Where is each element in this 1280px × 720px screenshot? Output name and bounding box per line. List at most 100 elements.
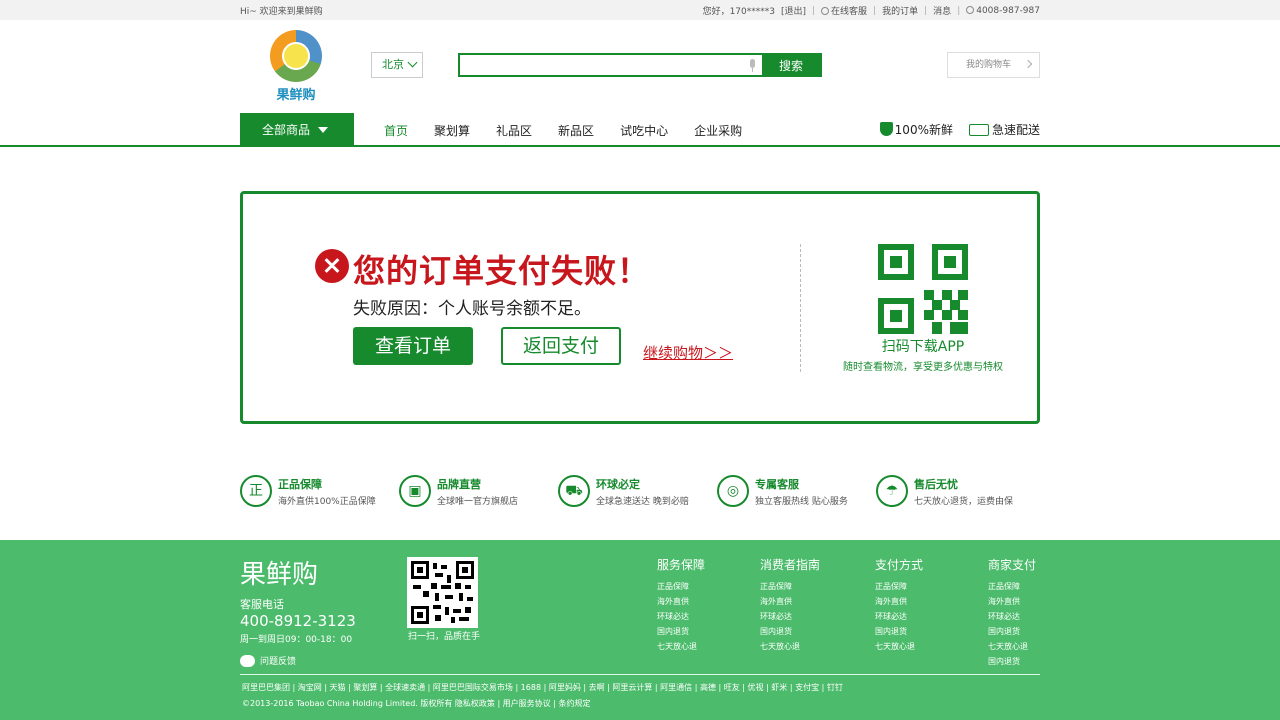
footer-link[interactable]: 海外直供 — [657, 594, 705, 609]
my-orders-link[interactable]: 我的订单 — [882, 4, 918, 17]
delivery-badge: 急速配送 — [968, 121, 1040, 138]
nav-link-2[interactable]: 礼品区 — [496, 122, 532, 139]
footer-link[interactable]: 海外直供 — [988, 594, 1036, 609]
service-features: 正正品保障 海外直供100%正品保障 ▣ 品牌直营 全球唯一官方旗舰店 ⛟ 环球必定 全球急速… — [240, 475, 1040, 507]
all-categories-button[interactable]: 全部商品 — [240, 113, 354, 147]
nav-link-5[interactable]: 企业采购 — [694, 122, 742, 139]
footer-link[interactable]: 国内退货 — [875, 624, 923, 639]
all-categories-label: 全部商品 — [262, 123, 311, 137]
umbrella-icon: ☂ — [876, 475, 908, 507]
footer-link[interactable]: 国内退货 — [657, 624, 705, 639]
footer-link[interactable]: 七天放心退 — [875, 639, 923, 654]
genuine-icon: 正 — [240, 475, 272, 507]
copyright: ©2013-2016 Taobao China Holding Limited.… — [242, 699, 591, 708]
logout-link[interactable]: [退出] — [781, 4, 806, 17]
nav-link-1[interactable]: 聚划算 — [434, 122, 470, 139]
online-service-link[interactable]: 在线客服 — [821, 4, 867, 17]
service-hours: 周一到周日09：00-18：00 — [240, 635, 353, 645]
header: 果鲜购 北京 搜索 我的购物车 — [0, 20, 1280, 112]
failure-reason: 失败原因：个人账号余额不足。 — [353, 299, 591, 319]
footer-brand: 果鲜购 — [240, 560, 319, 590]
nav-links: 首页 聚划算 礼品区 新品区 试吃中心 企业采购 — [384, 122, 768, 139]
footer-link[interactable]: 国内退货 — [988, 624, 1036, 639]
footer-column-title: 服务保障 — [657, 558, 706, 572]
footer-link[interactable]: 环球必达 — [760, 609, 820, 624]
footer-column-title: 消费者指南 — [760, 558, 821, 572]
fresh-badge: 100%新鲜 — [879, 121, 953, 138]
error-icon — [315, 249, 349, 283]
continue-shopping-link[interactable]: 继续购物＞＞ — [643, 342, 733, 363]
feature-item: ◎ 专属客服 独立客服热线 贴心服务 — [717, 475, 876, 507]
failure-title: 您的订单支付失败！ — [353, 252, 651, 290]
qr-caption: 扫码下载APP — [881, 339, 965, 355]
divider — [800, 244, 801, 372]
search-button[interactable]: 搜索 — [762, 55, 820, 75]
footer-link[interactable]: 国内退货 — [988, 654, 1036, 669]
view-order-button[interactable]: 查看订单 — [353, 327, 473, 365]
payment-result-panel: 您的订单支付失败！ 失败原因：个人账号余额不足。 查看订单 返回支付 继续购物＞… — [240, 191, 1040, 424]
feature-text: 环球必定 全球急速送达 晚到必赔 — [596, 476, 689, 507]
footer-link[interactable]: 七天放心退 — [657, 639, 705, 654]
messages-link[interactable]: 消息 — [933, 4, 951, 17]
feature-title: 品牌直营 — [437, 477, 481, 491]
city-label: 北京 — [382, 58, 404, 71]
truck-icon: ⛟ — [558, 475, 590, 507]
feedback-label: 问题反馈 — [260, 657, 297, 667]
cart-label: 我的购物车 — [966, 60, 1012, 70]
feature-item: ▣ 品牌直营 全球唯一官方旗舰店 — [399, 475, 558, 507]
feature-subtitle: 独立客服热线 贴心服务 — [755, 496, 848, 507]
nav-link-3[interactable]: 新品区 — [558, 122, 594, 139]
footer-link[interactable]: 环球必达 — [988, 609, 1036, 624]
main-nav: 全部商品 首页 聚划算 礼品区 新品区 试吃中心 企业采购 100%新鲜 急速配送 — [0, 112, 1280, 147]
footer-link[interactable]: 正品保障 — [760, 579, 820, 594]
feature-title: 售后无忧 — [914, 477, 958, 491]
feature-subtitle: 全球唯一官方旗舰店 — [437, 496, 519, 507]
search-input[interactable] — [460, 55, 746, 75]
footer-link[interactable]: 七天放心退 — [988, 639, 1036, 654]
footer-column-title: 支付方式 — [875, 558, 924, 572]
feature-title: 专属客服 — [755, 477, 799, 491]
feature-text: 品牌直营全球唯一官方旗舰店 — [437, 476, 518, 507]
service-phone-label: 客服电话 — [240, 598, 284, 611]
service-badges: 100%新鲜 急速配送 — [879, 121, 1040, 138]
footer-link[interactable]: 正品保障 — [875, 579, 923, 594]
divider: | — [957, 5, 961, 16]
qr-subtitle: 随时查看物流，享受更多优惠与特权 — [843, 362, 1003, 373]
fresh-badge-label: 100%新鲜 — [894, 123, 953, 137]
footer-link[interactable]: 环球必达 — [875, 609, 923, 624]
microphone-icon[interactable] — [746, 55, 762, 75]
top-links: 您好，170*****3 [退出] | 在线客服 | 我的订单 | 消息 | 4… — [703, 4, 1040, 17]
footer-link[interactable]: 正品保障 — [988, 579, 1036, 594]
footer-link[interactable]: 海外直供 — [875, 594, 923, 609]
headset-icon — [821, 7, 830, 15]
feature-text: 专属客服独立客服热线 贴心服务 — [755, 476, 848, 507]
footer-link[interactable]: 国内退货 — [760, 624, 820, 639]
nav-link-4[interactable]: 试吃中心 — [620, 122, 668, 139]
footer-qr-code-icon — [407, 557, 478, 628]
online-service-label: 在线客服 — [831, 7, 868, 17]
footer-link[interactable]: 环球必达 — [657, 609, 705, 624]
footer-link[interactable]: 海外直供 — [760, 594, 820, 609]
divider — [240, 674, 1040, 675]
footer-link[interactable]: 七天放心退 — [760, 639, 820, 654]
feature-text: 正品保障 海外直供100%正品保障 — [278, 476, 376, 507]
nav-link-0[interactable]: 首页 — [384, 122, 408, 139]
feedback-link[interactable]: 问题反馈 — [240, 654, 296, 667]
lemon-icon — [282, 42, 310, 70]
footer-link[interactable]: 正品保障 — [657, 579, 705, 594]
divider: | — [873, 5, 877, 16]
truck-icon — [968, 124, 989, 136]
feature-subtitle: 全球急速送达 晚到必赔 — [596, 496, 689, 507]
hotline-number: 4008-987-987 — [976, 5, 1040, 16]
return-to-pay-button[interactable]: 返回支付 — [501, 327, 621, 365]
footer-column-title: 商家支付 — [988, 558, 1037, 572]
feature-subtitle: 七天放心退货，运费由保 — [914, 496, 1014, 507]
partner-links[interactable]: 阿里巴巴集团 | 淘宝网 | 天猫 | 聚划算 | 全球速卖通 | 阿里巴巴国际… — [242, 682, 843, 693]
feature-item: 正正品保障 海外直供100%正品保障 — [240, 475, 399, 507]
site-logo[interactable]: 果鲜购 — [268, 30, 324, 110]
service-phone: 400-8912-3123 — [240, 612, 356, 630]
phone-icon — [966, 5, 975, 14]
city-selector[interactable]: 北京 — [371, 52, 423, 78]
cart-button[interactable]: 我的购物车 — [947, 52, 1040, 78]
feature-title: 正品保障 — [278, 477, 322, 491]
